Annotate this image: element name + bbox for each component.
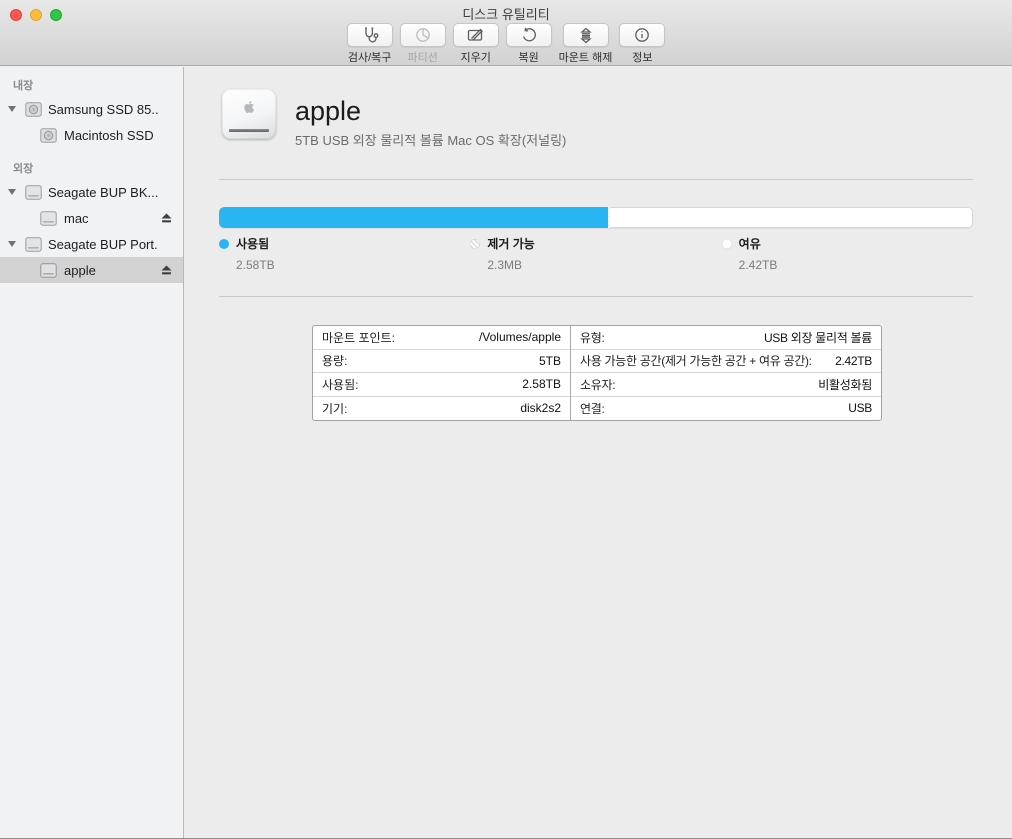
external-disk-icon: [25, 185, 42, 200]
separator: [219, 296, 973, 297]
separator: [219, 179, 973, 180]
toolbar: 검사/복구 파티션 지우기: [0, 23, 1012, 65]
disk-utility-window: 디스크 유틸리티 검사/복구: [0, 0, 1012, 839]
eject-icon[interactable]: [160, 264, 173, 276]
erase-icon: [453, 23, 499, 47]
window-title: 디스크 유틸리티: [0, 4, 1012, 23]
sidebar-section-internal: 내장: [0, 73, 183, 96]
main-content: apple 5TB USB 외장 물리적 볼륨 Mac OS 확장(저널링) 사…: [185, 67, 1012, 838]
table-row: 사용됨: 2.58TB: [313, 373, 570, 397]
partition-icon: [400, 23, 446, 47]
internal-disk-icon: [25, 102, 42, 117]
table-row: 연결: USB: [571, 397, 881, 421]
external-disk-icon: [40, 211, 57, 226]
erase-button[interactable]: 지우기: [453, 23, 499, 65]
sidebar-item-samsung-ssd[interactable]: Samsung SSD 85...: [0, 96, 183, 122]
restore-button[interactable]: 복원: [506, 23, 552, 65]
first-aid-button[interactable]: 검사/복구: [347, 23, 393, 65]
usage-bar-used-segment: [219, 207, 608, 228]
legend-purgeable: 제거 가능 2.3MB: [470, 235, 721, 272]
volume-title: apple: [295, 96, 361, 127]
info-button[interactable]: 정보: [619, 23, 665, 65]
disclosure-triangle-icon[interactable]: [8, 189, 16, 195]
details-table: 마운트 포인트: /Volumes/apple 용량: 5TB 사용됨: 2.5…: [312, 325, 882, 421]
details-right-column: 유형: USB 외장 물리적 볼륨 사용 가능한 공간(제거 가능한 공간 + …: [571, 326, 881, 420]
table-row: 소유자: 비활성화됨: [571, 373, 881, 397]
sidebar-item-apple[interactable]: apple: [0, 257, 183, 283]
table-row: 마운트 포인트: /Volumes/apple: [313, 326, 570, 350]
partition-button[interactable]: 파티션: [400, 23, 446, 65]
table-row: 기기: disk2s2: [313, 397, 570, 421]
sidebar-item-seagate-bup-port[interactable]: Seagate BUP Port...: [0, 231, 183, 257]
eject-icon[interactable]: [160, 212, 173, 224]
sidebar: 내장 Samsung SSD 85... Macintosh SSD 외장: [0, 67, 184, 838]
table-row: 사용 가능한 공간(제거 가능한 공간 + 여유 공간): 2.42TB: [571, 350, 881, 374]
external-disk-icon: [40, 263, 57, 278]
sidebar-item-mac[interactable]: mac: [0, 205, 183, 231]
title-bar: 디스크 유틸리티 검사/복구: [0, 0, 1012, 66]
unmount-icon: [563, 23, 609, 47]
drive-slot: [229, 129, 269, 132]
details-left-column: 마운트 포인트: /Volumes/apple 용량: 5TB 사용됨: 2.5…: [313, 326, 571, 420]
unmount-button[interactable]: 마운트 해제: [559, 23, 613, 65]
used-swatch-icon: [219, 239, 229, 249]
sidebar-item-seagate-bup-bk[interactable]: Seagate BUP BK...: [0, 179, 183, 205]
volume-subtitle: 5TB USB 외장 물리적 볼륨 Mac OS 확장(저널링): [295, 130, 566, 149]
free-swatch-icon: [722, 239, 732, 249]
legend-free: 여유 2.42TB: [722, 235, 973, 272]
usage-legend: 사용됨 2.58TB 제거 가능 2.3MB 여유 2.42TB: [219, 235, 973, 272]
usage-bar: [219, 207, 973, 228]
disclosure-triangle-icon[interactable]: [8, 241, 16, 247]
sidebar-section-external: 외장: [0, 156, 183, 179]
disclosure-triangle-icon[interactable]: [8, 106, 16, 112]
volume-icon: [222, 89, 276, 139]
legend-used: 사용됨 2.58TB: [219, 235, 470, 272]
used-value: 2.58TB: [236, 258, 470, 272]
internal-disk-icon: [40, 128, 57, 143]
purgeable-swatch-icon: [470, 239, 480, 249]
external-disk-icon: [25, 237, 42, 252]
sidebar-item-macintosh-ssd[interactable]: Macintosh SSD: [0, 122, 183, 148]
restore-icon: [506, 23, 552, 47]
usage-bar-purgeable-segment: [608, 207, 610, 228]
table-row: 용량: 5TB: [313, 350, 570, 374]
first-aid-icon: [347, 23, 393, 47]
purgeable-value: 2.3MB: [487, 258, 721, 272]
table-row: 유형: USB 외장 물리적 볼륨: [571, 326, 881, 350]
free-value: 2.42TB: [739, 258, 973, 272]
apple-logo-icon: [241, 99, 257, 115]
info-icon: [619, 23, 665, 47]
